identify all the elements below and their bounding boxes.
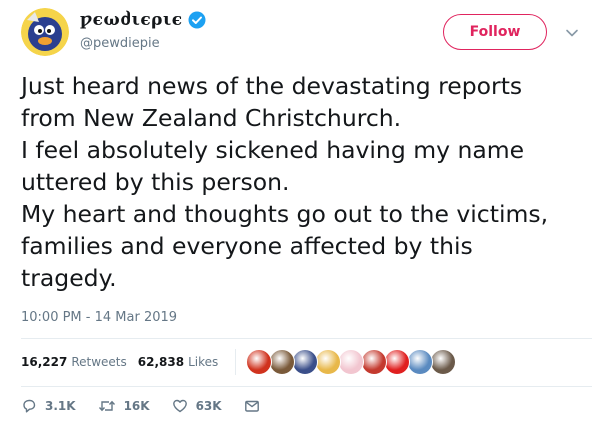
chevron-down-icon[interactable]	[565, 25, 579, 39]
tweet-text-line: My heart and thoughts go out to the vict…	[21, 200, 549, 228]
tweet-text-line: Just heard news of the devastating repor…	[21, 72, 523, 100]
liker-avatar[interactable]	[246, 349, 273, 375]
retweet-icon	[98, 400, 115, 412]
message-button[interactable]	[244, 398, 268, 414]
avatar[interactable]	[21, 8, 69, 56]
reply-icon	[23, 399, 36, 413]
divider	[21, 386, 592, 387]
tweet-text-line: from New Zealand Christchurch.	[21, 104, 402, 132]
tweet-text: Just heard news of the devastating repor…	[21, 70, 591, 294]
likes-label[interactable]: Likes	[188, 355, 218, 369]
tweet-text-line: uttered by this person.	[21, 168, 290, 196]
liker-avatar[interactable]	[430, 349, 457, 375]
liker-avatar[interactable]	[315, 349, 342, 375]
heart-icon	[172, 399, 187, 413]
liker-avatar[interactable]	[338, 349, 365, 375]
tweet-text-line: tragedy.	[21, 264, 117, 292]
tweet-actions: 3.1K 16K 63K	[21, 398, 290, 414]
avatar-cartoon-icon	[21, 8, 69, 56]
liker-avatar[interactable]	[292, 349, 319, 375]
likes-count[interactable]: 62,838	[138, 355, 184, 369]
retweet-button[interactable]: 16K	[98, 398, 150, 414]
retweet-count: 16K	[123, 399, 150, 413]
retweets-count[interactable]: 16,227	[21, 355, 67, 369]
divider	[235, 349, 237, 375]
tweet-timestamp[interactable]: 10:00 PM - 14 Mar 2019	[21, 310, 177, 325]
tweet-card: ƿєωძιєριє @pewdiepie Follow Just heard n…	[0, 0, 603, 432]
liker-avatar[interactable]	[407, 349, 434, 375]
display-name-row: ƿєωძιєριє	[80, 9, 206, 31]
tweet-stats: 16,227 Retweets 62,838 Likes	[21, 344, 457, 380]
verified-badge-icon	[188, 11, 206, 29]
divider	[21, 338, 592, 339]
liker-avatar[interactable]	[361, 349, 388, 375]
like-count: 63K	[195, 399, 222, 413]
like-button[interactable]: 63K	[172, 398, 222, 414]
liker-avatar[interactable]	[384, 349, 411, 375]
retweets-label[interactable]: Retweets	[71, 355, 126, 369]
display-name[interactable]: ƿєωძιєριє	[80, 10, 183, 30]
reply-count: 3.1K	[45, 399, 76, 413]
tweet-text-line: families and everyone affected by this	[21, 232, 473, 260]
envelope-icon	[244, 400, 259, 412]
follow-button[interactable]: Follow	[443, 14, 547, 50]
tweet-text-line: I feel absolutely sickened having my nam…	[21, 136, 525, 164]
liker-avatars	[246, 349, 457, 375]
user-handle[interactable]: @pewdiepie	[80, 36, 160, 51]
reply-button[interactable]: 3.1K	[21, 398, 76, 414]
liker-avatar[interactable]	[269, 349, 296, 375]
